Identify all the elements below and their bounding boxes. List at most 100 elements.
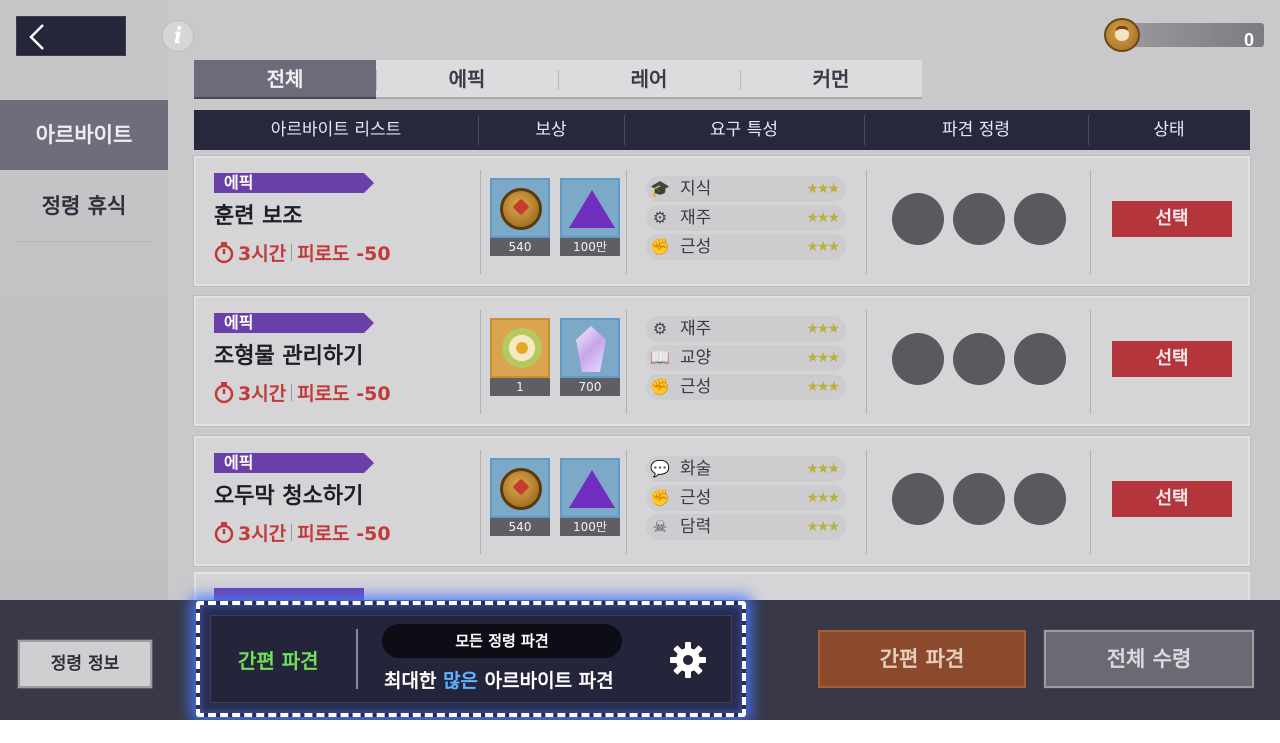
column-divider <box>866 450 867 554</box>
spirit-slot[interactable] <box>953 473 1005 525</box>
column-divider <box>866 310 867 414</box>
graduation-cap-icon: 🎓 <box>650 179 670 198</box>
purple-gem-icon <box>560 178 620 238</box>
reward-quantity: 1 <box>490 378 550 396</box>
select-button[interactable]: 선택 <box>1112 201 1232 237</box>
trait-list: 🎓 지식 ★★★ ⚙ 재주 ★★★ ✊ 근성 ★★★ <box>646 176 846 263</box>
reward-item[interactable]: 100만 <box>560 458 620 536</box>
filter-tabs: 전체 에픽 레어 커먼 <box>194 60 922 99</box>
spirit-slot[interactable] <box>892 473 944 525</box>
reward-quantity: 100만 <box>560 238 620 256</box>
column-divider <box>480 170 481 274</box>
trait-list: ⚙ 재주 ★★★ 📖 교양 ★★★ ✊ 근성 ★★★ <box>646 316 846 403</box>
dispatch-mode-pill[interactable]: 모든 정령 파견 <box>382 624 622 658</box>
job-info: 3시간 피로도 -50 <box>214 379 391 406</box>
reward-item[interactable]: 540 <box>490 178 550 256</box>
trait-stars: ★★★ <box>806 239 840 255</box>
trait-name: 재주 <box>680 319 712 339</box>
trait-name: 근성 <box>680 488 712 508</box>
spirit-slot[interactable] <box>953 333 1005 385</box>
book-icon: 📖 <box>650 348 670 367</box>
reward-quantity: 540 <box>490 518 550 536</box>
trait-item: 📖 교양 ★★★ <box>646 345 846 371</box>
quick-dispatch-button[interactable]: 간편 파견 <box>818 630 1026 688</box>
sidebar-item-part-time-job[interactable]: 아르바이트 <box>0 100 168 170</box>
trait-stars: ★★★ <box>806 321 840 337</box>
column-divider <box>1090 310 1091 414</box>
spirit-slot[interactable] <box>953 193 1005 245</box>
table-row: 에픽 오두막 청소하기 3시간 피로도 -50 540 100만 💬 화술 ★★★ … <box>193 435 1251 567</box>
trait-stars: ★★★ <box>806 379 840 395</box>
table-header: 아르바이트 리스트 보상 요구 특성 파견 정령 상태 <box>194 110 1250 150</box>
trait-item: ✊ 근성 ★★★ <box>646 234 846 260</box>
mode-desc-prefix: 최대한 <box>384 670 444 692</box>
tab-epic[interactable]: 에픽 <box>376 60 558 99</box>
flower-bouquet-icon <box>490 318 550 378</box>
trait-item: 🎓 지식 ★★★ <box>646 176 846 202</box>
trait-name: 근성 <box>680 237 712 257</box>
column-divider <box>866 170 867 274</box>
job-info: 3시간 피로도 -50 <box>214 519 391 546</box>
crystal-icon <box>560 318 620 378</box>
currency-display: 0 <box>1104 18 1264 52</box>
job-info: 3시간 피로도 -50 <box>214 239 391 266</box>
dispatch-mode-description: 최대한 많은 아르바이트 파견 <box>384 666 614 693</box>
trait-name: 재주 <box>680 208 712 228</box>
column-divider <box>626 450 627 554</box>
mode-desc-highlight: 많은 <box>443 670 479 692</box>
game-screen: i 0 아르바이트 정령 휴식 전체 에픽 레어 커먼 아르바이트 리스트 보상… <box>0 0 1280 720</box>
column-divider <box>626 310 627 414</box>
sidebar-background <box>0 0 168 600</box>
reward-item[interactable]: 1 <box>490 318 550 396</box>
back-button[interactable] <box>16 16 126 56</box>
trait-stars: ★★★ <box>806 181 840 197</box>
chevron-left-icon <box>29 24 44 50</box>
reward-quantity: 700 <box>560 378 620 396</box>
spirit-slot[interactable] <box>1014 473 1066 525</box>
trait-name: 근성 <box>680 377 712 397</box>
reward-item[interactable]: 100만 <box>560 178 620 256</box>
select-button[interactable]: 선택 <box>1112 341 1232 377</box>
tab-common[interactable]: 커먼 <box>740 60 922 99</box>
currency-bar: 0 <box>1122 23 1264 50</box>
job-name: 훈련 보조 <box>214 204 303 229</box>
trait-item: ✊ 근성 ★★★ <box>646 485 846 511</box>
trait-name: 담력 <box>680 517 712 537</box>
panel-divider <box>356 629 358 689</box>
purple-gem-icon <box>560 458 620 518</box>
rarity-badge: 에픽 <box>214 313 374 333</box>
coin-icon <box>1104 18 1140 52</box>
header-required-traits: 요구 특성 <box>710 120 778 140</box>
reward-item[interactable]: 700 <box>560 318 620 396</box>
gear-icon[interactable] <box>668 640 708 680</box>
trait-name: 지식 <box>680 179 712 199</box>
timer-icon <box>214 241 234 263</box>
gold-coin-icon <box>490 458 550 518</box>
tab-all[interactable]: 전체 <box>194 60 376 99</box>
job-name: 조형물 관리하기 <box>214 344 364 369</box>
spirit-slot[interactable] <box>1014 193 1066 245</box>
spirit-slot[interactable] <box>892 333 944 385</box>
sidebar-item-spirit-rest[interactable]: 정령 휴식 <box>16 172 152 242</box>
info-divider <box>291 384 293 401</box>
spirit-info-button[interactable]: 정령 정보 <box>17 639 153 689</box>
reward-item[interactable]: 540 <box>490 458 550 536</box>
info-icon[interactable]: i <box>162 20 194 52</box>
trait-stars: ★★★ <box>806 350 840 366</box>
spirit-slot[interactable] <box>892 193 944 245</box>
mode-desc-suffix: 아르바이트 파견 <box>478 670 614 692</box>
job-duration: 3시간 <box>238 243 287 265</box>
trait-item: ☠ 담력 ★★★ <box>646 514 846 540</box>
collect-all-button[interactable]: 전체 수령 <box>1043 629 1255 689</box>
job-fatigue: 피로도 -50 <box>297 243 391 265</box>
courage-icon: ☠ <box>652 517 668 536</box>
timer-icon <box>214 381 234 403</box>
header-status: 상태 <box>1153 120 1185 140</box>
select-button[interactable]: 선택 <box>1112 481 1232 517</box>
trait-stars: ★★★ <box>806 490 840 506</box>
column-divider <box>1090 450 1091 554</box>
trait-item: ⚙ 재주 ★★★ <box>646 205 846 231</box>
trait-stars: ★★★ <box>806 210 840 226</box>
tab-rare[interactable]: 레어 <box>558 60 740 99</box>
spirit-slot[interactable] <box>1014 333 1066 385</box>
